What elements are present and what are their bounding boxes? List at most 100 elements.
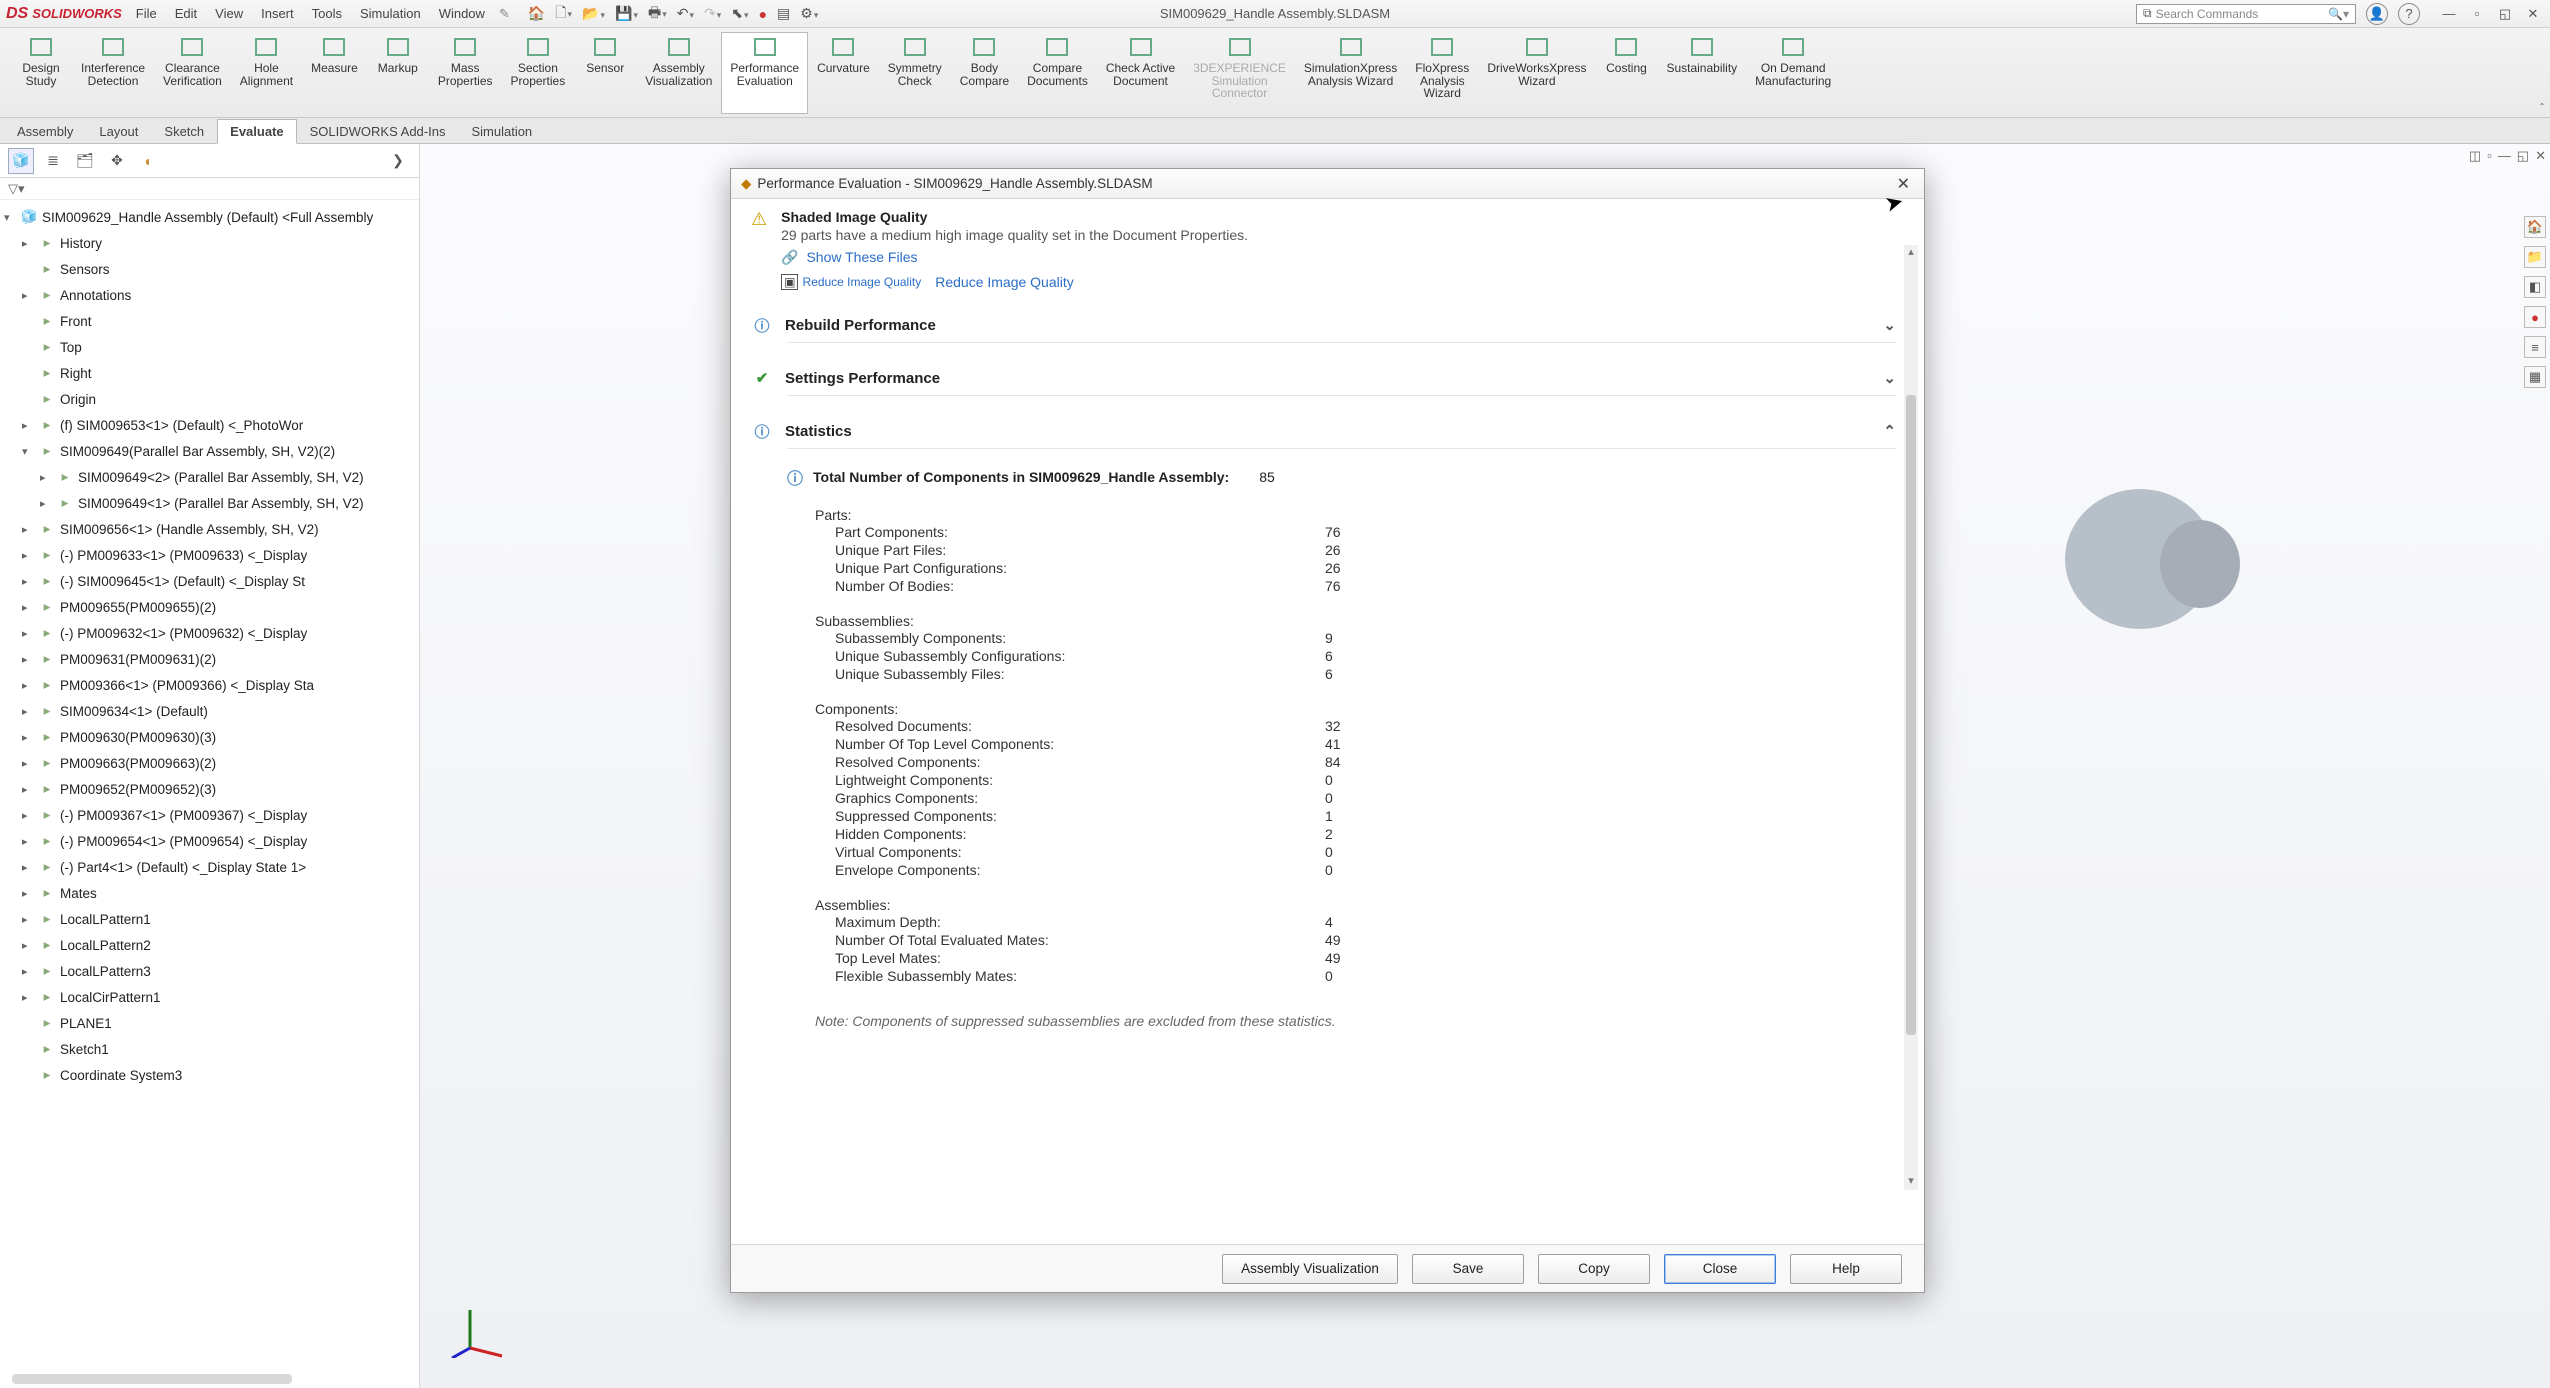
undo-icon[interactable]: ↶ bbox=[677, 5, 694, 22]
tree-item[interactable]: ▸▸PM009366<1> (PM009366) <_Display Sta bbox=[4, 672, 419, 698]
menu-insert[interactable]: Insert bbox=[261, 6, 294, 21]
dialog-scrollbar[interactable]: ▴ ▾ bbox=[1904, 245, 1918, 1190]
ribbon-design-study[interactable]: Design Study bbox=[10, 32, 72, 114]
tab-sketch[interactable]: Sketch bbox=[151, 119, 217, 143]
copy-button[interactable]: Copy bbox=[1538, 1254, 1650, 1284]
tree-item[interactable]: ▸Right bbox=[4, 360, 419, 386]
menu-simulation[interactable]: Simulation bbox=[360, 6, 421, 21]
tree-item[interactable]: ▸▸(-) PM009633<1> (PM009633) <_Display bbox=[4, 542, 419, 568]
tree-item[interactable]: ▸▸LocalLPattern3 bbox=[4, 958, 419, 984]
taskpane-res-icon[interactable]: 📁 bbox=[2524, 246, 2546, 268]
tree-item[interactable]: ▸PLANE1 bbox=[4, 1010, 419, 1036]
restore-icon[interactable]: ▫ bbox=[2466, 3, 2488, 25]
taskpane-appear-icon[interactable]: ● bbox=[2524, 306, 2546, 328]
tree-item[interactable]: ▸▸(f) SIM009653<1> (Default) <_PhotoWor bbox=[4, 412, 419, 438]
scroll-up-icon[interactable]: ▴ bbox=[1904, 245, 1918, 261]
ribbon-mass[interactable]: Mass Properties bbox=[429, 32, 502, 114]
options-icon[interactable]: ▤ bbox=[777, 5, 790, 22]
print-icon[interactable]: 🖶 bbox=[648, 2, 667, 26]
feature-tree[interactable]: ▾🧊 SIM009629_Handle Assembly (Default) <… bbox=[0, 200, 419, 1370]
taskpane-view-icon[interactable]: ◧ bbox=[2524, 276, 2546, 298]
rec-icon[interactable]: ● bbox=[759, 6, 767, 22]
ribbon-measure[interactable]: Measure bbox=[302, 32, 367, 114]
new-icon[interactable]: 🗋 bbox=[555, 2, 572, 26]
help-button[interactable]: Help bbox=[1790, 1254, 1902, 1284]
tree-item[interactable]: ▸▸PM009631(PM009631)(2) bbox=[4, 646, 419, 672]
tree-item[interactable]: ▸▸PM009655(PM009655)(2) bbox=[4, 594, 419, 620]
tree-item[interactable]: ▸▸PM009663(PM009663)(2) bbox=[4, 750, 419, 776]
close-icon[interactable]: ✕ bbox=[2522, 3, 2544, 25]
tab-assembly[interactable]: Assembly bbox=[4, 119, 86, 143]
ribbon-curvature[interactable]: Curvature bbox=[808, 32, 879, 114]
menu-view[interactable]: View bbox=[215, 6, 243, 21]
tab-simulation[interactable]: Simulation bbox=[458, 119, 545, 143]
tree-item[interactable]: ▸▸(-) Part4<1> (Default) <_Display State… bbox=[4, 854, 419, 880]
tree-tab-config[interactable]: 🗂 bbox=[72, 148, 98, 174]
ribbon-sust[interactable]: Sustainability bbox=[1657, 32, 1746, 114]
ribbon-symmetry[interactable]: Symmetry Check bbox=[879, 32, 951, 114]
statistics-section[interactable]: ⓘ Statistics ⌃ bbox=[787, 414, 1896, 449]
tree-tab-appearance[interactable]: ◐ bbox=[136, 148, 162, 174]
maximize-icon[interactable]: ◱ bbox=[2494, 3, 2516, 25]
select-icon[interactable]: ⬉ bbox=[731, 5, 748, 22]
tab-layout[interactable]: Layout bbox=[86, 119, 151, 143]
ribbon-dwx[interactable]: DriveWorksXpress Wizard bbox=[1478, 32, 1595, 114]
save-button[interactable]: Save bbox=[1412, 1254, 1524, 1284]
tab-evaluate[interactable]: Evaluate bbox=[217, 119, 296, 144]
ribbon-costing[interactable]: Costing bbox=[1595, 32, 1657, 114]
reduce-quality-link[interactable]: Reduce Image Quality bbox=[935, 274, 1074, 290]
settings-section[interactable]: ✔ Settings Performance ⌄ bbox=[787, 361, 1896, 396]
settings-icon[interactable]: ⚙ bbox=[800, 5, 818, 22]
tree-tab-feature[interactable]: 🧊 bbox=[8, 148, 34, 174]
tree-item[interactable]: ▸▸SIM009634<1> (Default) bbox=[4, 698, 419, 724]
tree-filter[interactable]: ▽▾ bbox=[0, 178, 419, 200]
ribbon-asm-vis[interactable]: Assembly Visualization bbox=[636, 32, 721, 114]
ribbon-odm[interactable]: On Demand Manufacturing bbox=[1746, 32, 1840, 114]
ribbon-check-active[interactable]: Check Active Document bbox=[1097, 32, 1184, 114]
tree-item[interactable]: ▸Origin bbox=[4, 386, 419, 412]
tree-item[interactable]: ▸Sketch1 bbox=[4, 1036, 419, 1062]
show-files-link[interactable]: Show These Files bbox=[806, 249, 917, 265]
tree-item[interactable]: ▾▸SIM009649(Parallel Bar Assembly, SH, V… bbox=[4, 438, 419, 464]
ribbon-markup[interactable]: Markup bbox=[367, 32, 429, 114]
ribbon-body-compare[interactable]: Body Compare bbox=[951, 32, 1018, 114]
scroll-thumb[interactable] bbox=[1906, 395, 1916, 1035]
tree-item[interactable]: ▸▸(-) PM009367<1> (PM009367) <_Display bbox=[4, 802, 419, 828]
tree-item[interactable]: ▸Sensors bbox=[4, 256, 419, 282]
save-icon[interactable]: 💾 bbox=[615, 5, 638, 22]
open-icon[interactable]: 📂 bbox=[582, 5, 605, 22]
tree-root[interactable]: ▾🧊 SIM009629_Handle Assembly (Default) <… bbox=[4, 204, 419, 230]
ribbon-compare-doc[interactable]: Compare Documents bbox=[1018, 32, 1097, 114]
tab-solidworks-add-ins[interactable]: SOLIDWORKS Add-Ins bbox=[297, 119, 459, 143]
dialog-close-icon[interactable]: ✕ bbox=[1893, 174, 1914, 194]
rebuild-section[interactable]: ⓘ Rebuild Performance ⌄ bbox=[787, 308, 1896, 343]
menu-window[interactable]: Window bbox=[439, 6, 485, 21]
menu-file[interactable]: File bbox=[136, 6, 157, 21]
home-icon[interactable]: 🏠 bbox=[528, 5, 545, 22]
taskpane-home-icon[interactable]: 🏠 bbox=[2524, 216, 2546, 238]
redo-icon[interactable]: ↷ bbox=[704, 5, 721, 22]
minimize-icon[interactable]: — bbox=[2438, 3, 2460, 25]
tree-item[interactable]: ▸▸(-) PM009632<1> (PM009632) <_Display bbox=[4, 620, 419, 646]
tree-item[interactable]: ▸▸LocalCirPattern1 bbox=[4, 984, 419, 1010]
tree-item[interactable]: ▸▸LocalLPattern1 bbox=[4, 906, 419, 932]
search-go-icon[interactable]: 🔍▾ bbox=[2328, 7, 2349, 21]
tree-collapse-icon[interactable]: ❯ bbox=[385, 148, 411, 174]
ribbon-simx[interactable]: SimulationXpress Analysis Wizard bbox=[1295, 32, 1406, 114]
ribbon-collapse-icon[interactable]: ˆ bbox=[2540, 101, 2544, 115]
ribbon-sensor[interactable]: Sensor bbox=[574, 32, 636, 114]
taskpane-prop-icon[interactable]: ≡ bbox=[2524, 336, 2546, 358]
assembly-visualization-button[interactable]: Assembly Visualization bbox=[1222, 1254, 1398, 1284]
ribbon-clearance[interactable]: Clearance Verification bbox=[154, 32, 231, 114]
doc-split-icon[interactable]: ◫ bbox=[2469, 148, 2481, 164]
tree-item[interactable]: ▸▸LocalLPattern2 bbox=[4, 932, 419, 958]
ribbon-flox[interactable]: FloXpress Analysis Wizard bbox=[1406, 32, 1478, 114]
tree-tab-list[interactable]: ≣ bbox=[40, 148, 66, 174]
help-icon[interactable]: ? bbox=[2398, 3, 2420, 25]
doc-close-icon[interactable]: ✕ bbox=[2535, 148, 2546, 164]
tree-item[interactable]: ▸Top bbox=[4, 334, 419, 360]
doc-restore-icon[interactable]: ▫ bbox=[2487, 148, 2492, 164]
user-icon[interactable]: 👤 bbox=[2366, 3, 2388, 25]
tree-item[interactable]: ▸Front bbox=[4, 308, 419, 334]
tree-item[interactable]: ▸▸SIM009656<1> (Handle Assembly, SH, V2) bbox=[4, 516, 419, 542]
